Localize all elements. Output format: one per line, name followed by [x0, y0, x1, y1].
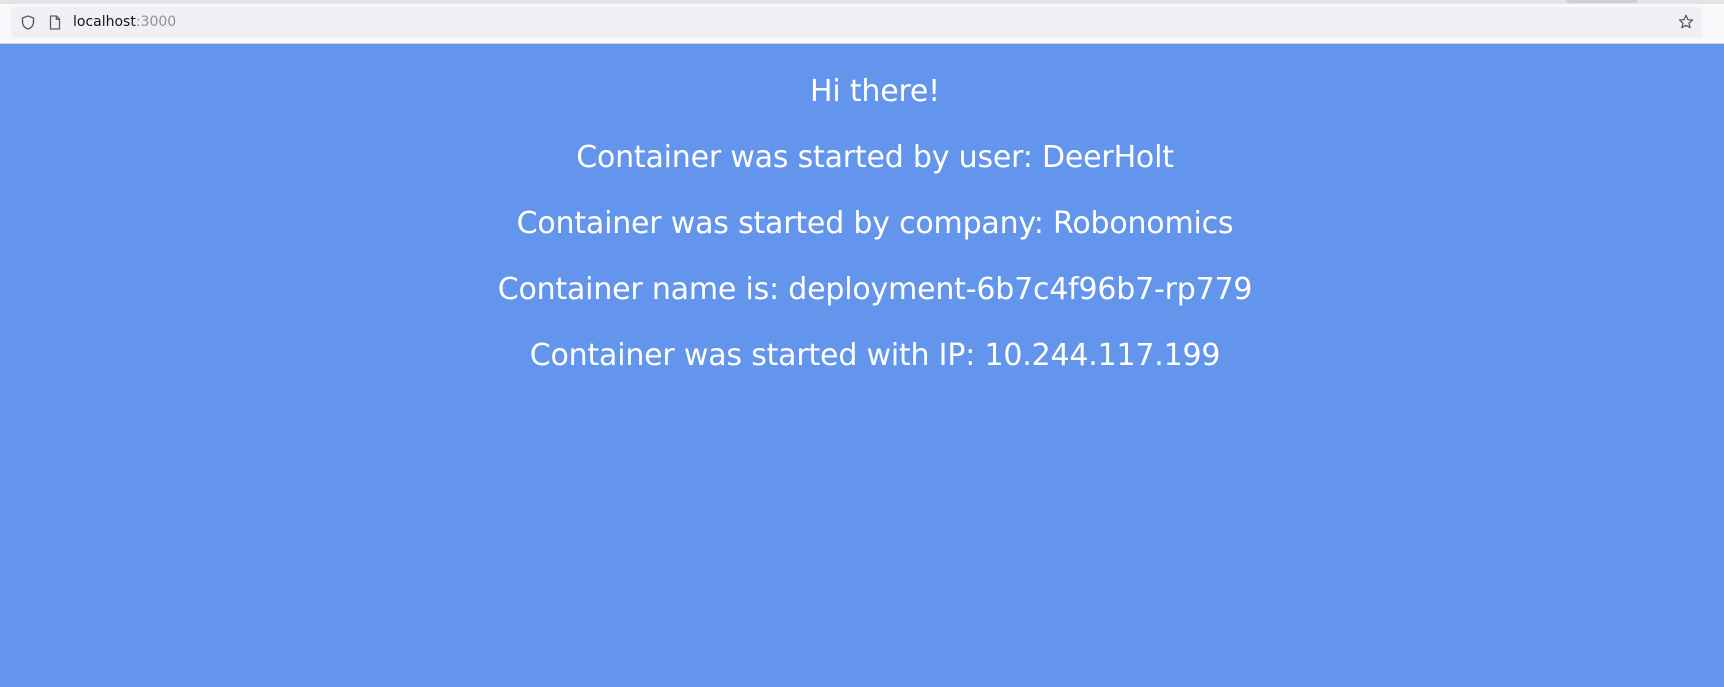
- company-info-text: Container was started by company: Robono…: [516, 206, 1234, 241]
- address-bar[interactable]: localhost:3000: [11, 7, 1702, 38]
- url-port: :3000: [135, 14, 177, 30]
- url-text[interactable]: localhost:3000: [73, 13, 176, 31]
- browser-chrome: localhost:3000: [0, 0, 1724, 44]
- url-host: localhost: [73, 14, 136, 30]
- page-content: Hi there! Container was started by user:…: [0, 44, 1724, 687]
- page-icon: [47, 14, 63, 30]
- tab-indicator[interactable]: [1566, 0, 1638, 3]
- shield-icon[interactable]: [20, 14, 36, 30]
- star-icon[interactable]: [1678, 14, 1694, 30]
- container-name-text: Container name is: deployment-6b7c4f96b7…: [497, 272, 1253, 307]
- tab-strip: [0, 0, 1724, 4]
- user-info-text: Container was started by user: DeerHolt: [576, 140, 1174, 175]
- container-ip-text: Container was started with IP: 10.244.11…: [529, 338, 1221, 373]
- greeting-text: Hi there!: [809, 74, 941, 109]
